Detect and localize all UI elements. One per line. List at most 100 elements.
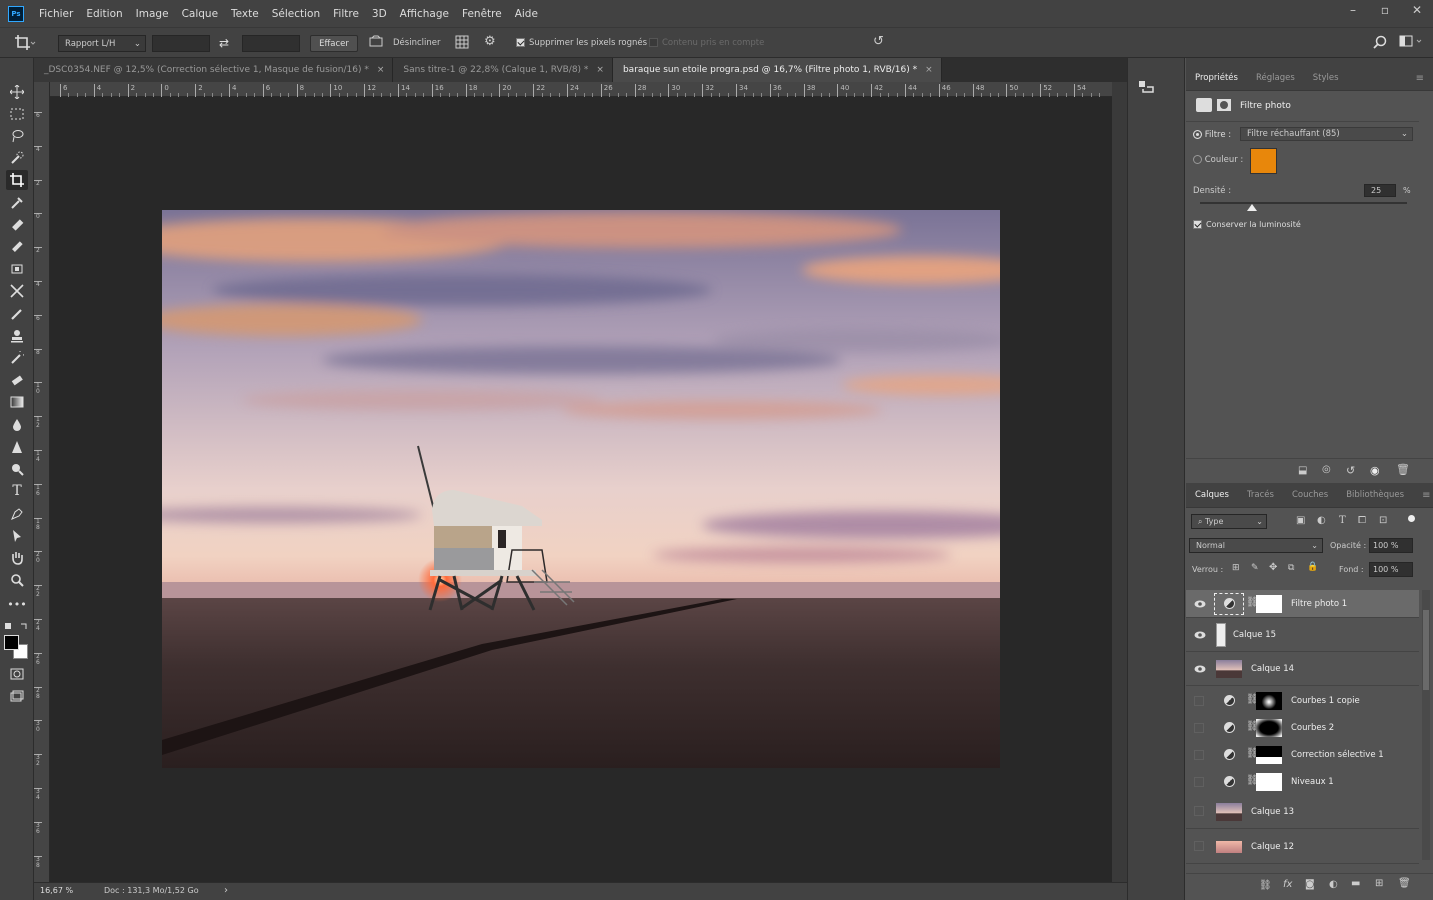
ratio-select[interactable]: Rapport L/H ⌄ [58,35,146,52]
eye-icon[interactable] [1194,599,1206,609]
layer-mask-thumb[interactable] [1256,692,1282,710]
blur-tool-icon[interactable] [6,415,28,435]
content-aware-checkbox[interactable]: Contenu pris en compte [649,35,764,52]
menu-aide[interactable]: Aide [508,8,544,20]
vertical-ruler[interactable]: 6 4 2 0 2 4 6 8 10 12 14 16 18 20 22 24 26 28 30 32 34 36 38 [34,82,50,882]
maximize-icon[interactable]: ▫ [1369,0,1401,20]
visibility-off-box[interactable] [1194,750,1204,760]
sharpen-tool-icon[interactable] [6,437,28,457]
paintbrush-tool-icon[interactable] [6,304,28,324]
swap-colors-icon[interactable] [5,623,29,633]
layer-mask-thumb[interactable] [1256,746,1282,764]
search-icon[interactable] [1373,35,1387,52]
color-swatch[interactable] [1250,148,1277,174]
layer-row[interactable]: ⛓ Filtre photo 1 [1186,590,1419,618]
dodge-tool-icon[interactable] [6,459,28,479]
delete-cropped-checkbox[interactable]: Supprimer les pixels rognés [516,35,647,52]
tab-couches[interactable]: Couches [1283,490,1337,500]
filter-smart-icon[interactable]: ⊡ [1379,515,1387,526]
menu-filtre[interactable]: Filtre [326,8,365,20]
add-mask-icon[interactable]: ◙ [1305,879,1315,890]
swap-icon[interactable]: ⇄ [219,35,229,52]
link-icon[interactable]: ⛓ [1246,748,1259,761]
tab-proprietes[interactable]: Propriétés [1186,73,1247,83]
layer-row[interactable]: Calque 15 [1186,619,1419,652]
tab-dsc0354[interactable]: _DSC0354.NEF @ 12,5% (Correction sélecti… [34,58,394,82]
link-layers-icon[interactable]: ⛓ [1259,880,1272,891]
history-brush-tool-icon[interactable] [6,348,28,368]
new-layer-icon[interactable]: ⊞ [1375,878,1383,889]
width-field[interactable] [152,35,210,52]
filter-select[interactable]: Filtre réchauffant (85) ⌄ [1240,127,1413,141]
layer-row[interactable]: ⛓ Correction sélective 1 [1186,741,1419,769]
history-panel-icon[interactable] [1138,80,1154,97]
panel-menu-icon[interactable]: ≡ [1407,73,1433,84]
menu-affichage[interactable]: Affichage [393,8,455,20]
layer-row[interactable]: Calque 14 [1186,653,1419,686]
document-image[interactable] [162,210,1000,768]
visibility-off-box[interactable] [1194,723,1204,733]
patch-tool-icon[interactable] [6,259,28,279]
menu-3d[interactable]: 3D [365,8,393,20]
zoom-tool-icon[interactable] [6,570,28,590]
move-tool-icon[interactable] [6,82,28,102]
foreground-color-swatch[interactable] [4,635,19,650]
tab-baraque-sun[interactable]: baraque sun etoile progra.psd @ 16,7% (F… [612,58,942,82]
scissors-icon[interactable] [6,281,28,301]
path-selection-tool-icon[interactable] [6,526,28,546]
menu-texte[interactable]: Texte [224,8,265,20]
canvas-scrollbar[interactable] [1112,82,1127,882]
reset-icon[interactable]: ↺ [873,33,884,50]
menu-selection[interactable]: Sélection [265,8,326,20]
filter-shape-icon[interactable]: ⧠ [1358,515,1366,526]
mask-icon[interactable] [1217,99,1231,111]
hand-tool-icon[interactable] [6,548,28,568]
layers-scrollbar[interactable] [1422,590,1430,860]
grid-overlay-icon[interactable] [455,35,469,52]
lock-position-icon[interactable]: ✥ [1269,562,1277,573]
reset-icon[interactable]: ↺ [1346,464,1355,477]
quick-mask-icon[interactable] [6,664,28,684]
filter-pixel-icon[interactable]: ▣ [1296,515,1305,526]
height-field[interactable] [242,35,300,52]
density-slider-track[interactable] [1200,202,1407,204]
menu-edition[interactable]: Edition [79,8,128,20]
straighten-label[interactable]: Désincliner [393,35,440,52]
filter-radio[interactable]: Filtre : [1193,130,1231,140]
quick-select-tool-icon[interactable] [6,148,28,168]
layer-row[interactable]: ⛓ Courbes 2 [1186,714,1419,742]
filter-toggle-icon[interactable] [1408,515,1415,522]
link-icon[interactable]: ⛓ [1246,597,1259,610]
pen-tool-icon[interactable] [6,504,28,524]
lock-all-icon[interactable]: 🔒 [1307,562,1318,572]
eye-icon[interactable] [1194,664,1206,674]
eye-icon[interactable] [1194,630,1206,640]
layer-row[interactable]: Calque 13 [1186,795,1419,829]
opacity-input[interactable]: 100 % [1369,538,1413,553]
clone-stamp-tool-icon[interactable] [6,326,28,346]
fx-icon[interactable]: fx [1283,879,1292,890]
menu-calque[interactable]: Calque [175,8,224,20]
menu-fichier[interactable]: Fichier [32,8,79,20]
tab-sans-titre-1[interactable]: Sans titre-1 @ 22,8% (Calque 1, RVB/8) *… [393,58,613,82]
density-input[interactable]: 25 [1364,184,1396,197]
tab-calques[interactable]: Calques [1186,490,1238,500]
type-tool-icon[interactable]: T [6,481,28,501]
crop-tool-icon[interactable] [6,170,28,190]
workspace-icon[interactable] [1399,35,1423,52]
tab-traces[interactable]: Tracés [1238,490,1283,500]
tab-bibliotheques[interactable]: Bibliothèques [1337,490,1413,500]
eye-icon[interactable]: ◉ [1370,464,1380,477]
layer-mask-thumb[interactable] [1256,719,1282,737]
layer-row[interactable]: ⛓ Niveaux 1 [1186,768,1419,796]
close-icon[interactable]: × [377,65,385,75]
zoom-level[interactable]: 16,67 % [40,886,73,895]
tab-reglages[interactable]: Réglages [1247,73,1304,83]
close-icon[interactable]: × [925,65,933,75]
trash-icon[interactable]: 🗑 [1396,463,1410,476]
menu-fenetre[interactable]: Fenêtre [455,8,508,20]
link-icon[interactable]: ⛓ [1246,694,1259,707]
more-tools-icon[interactable]: ••• [6,594,28,614]
visibility-off-box[interactable] [1194,777,1204,787]
filter-type-icon[interactable]: T [1339,515,1346,526]
